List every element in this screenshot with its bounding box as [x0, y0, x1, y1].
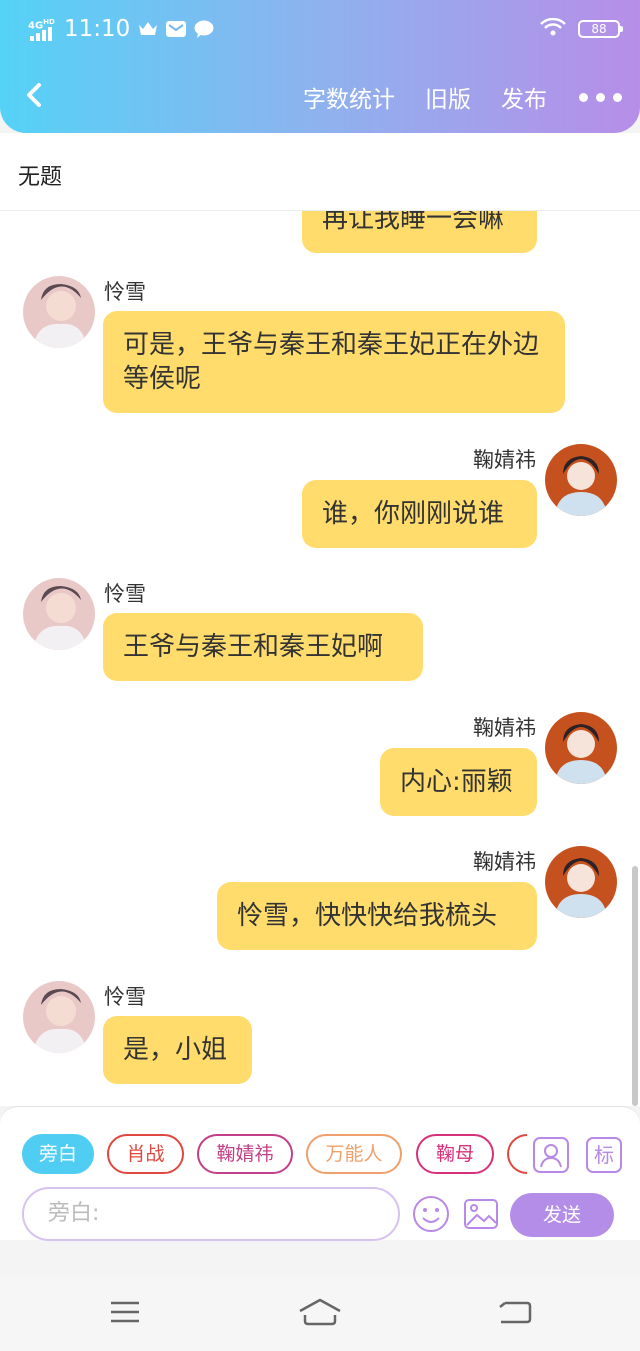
avatar[interactable] [545, 846, 617, 918]
avatar[interactable] [23, 578, 95, 650]
message-bubble[interactable]: 是，小姐 [103, 1016, 252, 1084]
image-icon [464, 1199, 498, 1229]
sender-name: 怜雪 [104, 280, 146, 304]
avatar-lianxue-icon [23, 276, 95, 348]
back-arrow-icon [27, 83, 41, 107]
battery-icon: 88 [578, 20, 623, 38]
message-text: 内心:丽颖 [400, 767, 513, 797]
avatar-jujingyi-icon [545, 444, 617, 516]
tag-button[interactable]: 标 [586, 1137, 622, 1173]
back-nav-button[interactable] [495, 1297, 535, 1327]
message-bubble[interactable]: 再让我睡一会嘛 [302, 211, 537, 253]
clock: 11:10 [64, 16, 131, 42]
crown-icon [138, 21, 158, 37]
user-icon [540, 1144, 562, 1168]
status-bar: 4GHD 11:10 88 [28, 14, 623, 44]
sender-name: 鞠婧祎 [473, 850, 536, 874]
send-button[interactable]: 发送 [510, 1193, 614, 1237]
role-chip-jumu[interactable]: 鞠母 [416, 1134, 494, 1174]
message-bubble[interactable]: 内心:丽颖 [380, 748, 537, 816]
message-input[interactable]: 旁白: [22, 1187, 400, 1241]
message-bubble[interactable]: 王爷与秦王和秦王妃啊 [103, 613, 423, 681]
home-button[interactable] [297, 1297, 343, 1327]
message-text: 可是，王爷与秦王和秦王妃正在外边等侯呢 [123, 330, 540, 394]
role-chip-jujingyi[interactable]: 鞠婧祎 [197, 1134, 293, 1174]
message-icon [194, 20, 214, 38]
sender-name: 鞠婧祎 [473, 448, 536, 472]
sender-name: 鞠婧祎 [473, 716, 536, 740]
page-title[interactable]: 无题 [18, 159, 62, 191]
message-bubble[interactable]: 怜雪，快快快给我梳头 [217, 882, 537, 950]
wifi-icon [540, 17, 566, 42]
message-text: 王爷与秦王和秦王妃啊 [123, 632, 384, 662]
old-version-button[interactable]: 旧版 [425, 80, 471, 114]
message-bubble[interactable]: 谁，你刚刚说谁 [302, 480, 537, 548]
word-count-button[interactable]: 字数统计 [303, 80, 395, 114]
chat-area[interactable]: 再让我睡一会嘛 怜雪 可是，王爷与秦王和秦王妃正在外边等侯呢 鞠婧祎 谁，你刚刚… [0, 211, 640, 1106]
mail-icon [166, 20, 187, 38]
role-chip-narrator[interactable]: 旁白 [22, 1134, 94, 1174]
publish-button[interactable]: 发布 [501, 80, 547, 114]
menu-button[interactable] [105, 1297, 145, 1327]
home-icon [299, 1298, 341, 1326]
system-nav-bar [0, 1275, 640, 1351]
role-chip-partial[interactable] [507, 1134, 527, 1174]
return-icon [499, 1301, 532, 1324]
avatar-lianxue-icon [23, 578, 95, 650]
app-header: 4GHD 11:10 88 字数统计 旧版 发布 [0, 0, 640, 133]
avatar[interactable] [545, 712, 617, 784]
message-text: 是，小姐 [123, 1035, 228, 1065]
more-icon[interactable] [579, 92, 622, 102]
signal-icon: 4GHD [28, 17, 58, 41]
message-bubble[interactable]: 可是，王爷与秦王和秦王妃正在外边等侯呢 [103, 311, 565, 413]
message-text: 再让我睡一会嘛 [322, 211, 505, 234]
avatar-lianxue-icon [23, 981, 95, 1053]
message-text: 怜雪，快快快给我梳头 [237, 901, 498, 931]
message-text: 谁，你刚刚说谁 [322, 499, 505, 529]
sender-name: 怜雪 [104, 582, 146, 606]
back-button[interactable] [20, 80, 50, 110]
role-chip-wannengren[interactable]: 万能人 [306, 1134, 402, 1174]
menu-icon [111, 1301, 139, 1323]
emoji-icon [413, 1196, 449, 1232]
add-role-button[interactable] [533, 1137, 569, 1173]
avatar[interactable] [23, 981, 95, 1053]
role-chip-xiaozhan[interactable]: 肖战 [107, 1134, 184, 1174]
scrollbar[interactable] [632, 866, 638, 1106]
nav-bar: 字数统计 旧版 发布 [0, 70, 640, 122]
emoji-button[interactable] [412, 1195, 450, 1233]
avatar-jujingyi-icon [545, 712, 617, 784]
title-bar: 无题 [0, 133, 640, 211]
avatar[interactable] [545, 444, 617, 516]
image-button[interactable] [462, 1195, 500, 1233]
sender-name: 怜雪 [104, 985, 146, 1009]
input-panel: 旁白 肖战 鞠婧祎 万能人 鞠母 标 旁白: 发送 [0, 1106, 640, 1241]
avatar[interactable] [23, 276, 95, 348]
avatar-jujingyi-icon [545, 846, 617, 918]
